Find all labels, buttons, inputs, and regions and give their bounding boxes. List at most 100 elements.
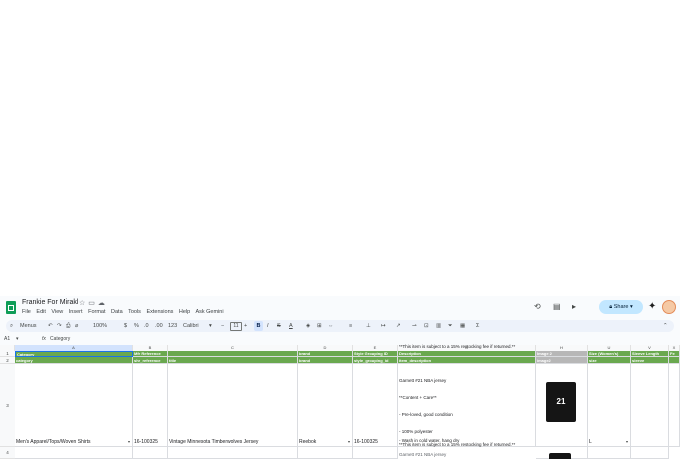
cell-f3[interactable]: 16-100325	[353, 364, 398, 447]
menu-help[interactable]: Help	[179, 309, 190, 315]
meet-icon[interactable]: ▸	[572, 302, 576, 311]
cell-f2[interactable]: style_grouping_id	[353, 357, 398, 364]
collapse-toolbar-icon[interactable]: ⌃	[663, 320, 668, 332]
description-line: **This item is subject to a 15% restocki…	[399, 344, 516, 349]
number-format[interactable]: 123	[168, 320, 177, 332]
undo-icon[interactable]: ↶	[48, 320, 53, 332]
menu-insert[interactable]: Insert	[69, 309, 83, 315]
fill-color-icon[interactable]: ◈	[306, 320, 310, 332]
cell-c4[interactable]	[168, 447, 298, 459]
text-color-button[interactable]: A	[289, 320, 293, 332]
filter-views-icon[interactable]: ▦	[460, 320, 465, 332]
cell-b3[interactable]: 16-100325	[133, 364, 168, 447]
document-title[interactable]: Frankie For Mirakl	[22, 299, 78, 306]
increase-decimal[interactable]: .00	[155, 320, 163, 332]
share-label: Share	[613, 304, 629, 310]
cell-a3[interactable]: Men's Apparel/Tops/Woven Shirts	[15, 364, 133, 447]
align-horizontal-icon[interactable]: ≡	[349, 320, 352, 332]
cell-b4[interactable]	[133, 447, 168, 459]
cell-x2[interactable]	[669, 357, 680, 364]
cell-x3[interactable]	[669, 364, 680, 447]
star-icon[interactable]: ☆	[79, 300, 88, 307]
menu-tools[interactable]: Tools	[128, 309, 141, 315]
row-header-4[interactable]: 4	[0, 447, 15, 459]
cell-a2[interactable]: category	[15, 357, 133, 364]
borders-icon[interactable]: ⊞	[317, 320, 322, 332]
title-bar: Frankie For Mirakl ☆▭☁ File Edit View In…	[0, 296, 680, 318]
jersey-image[interactable]	[549, 453, 571, 459]
row-header-2[interactable]: 2	[0, 357, 15, 364]
history-icon[interactable]: ⟲	[534, 302, 541, 311]
chart-icon[interactable]: ▥	[436, 320, 441, 332]
cell-d3[interactable]: Reebok	[298, 364, 353, 447]
category-dropdown-chevron-icon[interactable]: ▾	[128, 439, 130, 444]
size-dropdown-chevron-icon[interactable]: ▾	[626, 439, 628, 444]
formula-input[interactable]: Category	[50, 334, 70, 344]
font-dropdown-chevron-icon[interactable]: ▾	[209, 320, 212, 332]
font-size-input[interactable]: 11	[230, 322, 242, 331]
lock-icon: 🔒︎	[609, 304, 613, 310]
filter-icon[interactable]: ⏷	[448, 320, 452, 332]
menu-ask-gemini[interactable]: Ask Gemini	[195, 309, 223, 315]
zoom-select[interactable]: 100%	[93, 320, 107, 332]
text-rotate-icon[interactable]: ↗	[396, 320, 401, 332]
cell-u4[interactable]	[588, 447, 631, 459]
menu-extensions[interactable]: Extensions	[146, 309, 173, 315]
font-size-decrease[interactable]: −	[221, 320, 224, 332]
cell-c3[interactable]: Vintage Minnesota Timberwolves Jersey	[168, 364, 298, 447]
paint-format-icon[interactable]: ⌀	[75, 320, 78, 332]
print-icon[interactable]: ⎙	[66, 320, 70, 332]
percent-format[interactable]: %	[134, 320, 139, 332]
cell-v2[interactable]: sleeve	[631, 357, 669, 364]
sheets-logo-icon[interactable]	[6, 301, 16, 314]
menu-view[interactable]: View	[51, 309, 63, 315]
comment-icon[interactable]: ⊡	[424, 320, 429, 332]
text-wrap-icon[interactable]: ↦	[381, 320, 386, 332]
brand-dropdown-chevron-icon[interactable]: ▾	[348, 439, 350, 444]
menu-format[interactable]: Format	[88, 309, 105, 315]
jersey-image[interactable]: 21	[546, 382, 576, 422]
folder-icon[interactable]: ▭	[88, 300, 98, 307]
row-header-3[interactable]: 3	[0, 364, 15, 447]
cell-g2[interactable]: item_description	[398, 357, 536, 364]
font-size-increase[interactable]: +	[244, 320, 247, 332]
decrease-decimal[interactable]: .0	[144, 320, 149, 332]
align-vertical-icon[interactable]: ⊥	[366, 320, 371, 332]
menu-file[interactable]: File	[22, 309, 31, 315]
cloud-icon[interactable]: ☁	[98, 300, 108, 307]
menu-edit[interactable]: Edit	[36, 309, 45, 315]
description-line: Garnett #21 NBA jersey	[399, 378, 447, 383]
name-box-chevron-icon[interactable]: ▾	[16, 334, 19, 344]
search-icon[interactable]: ⌕	[10, 320, 13, 332]
currency-format[interactable]: $	[124, 320, 127, 332]
spreadsheet-grid[interactable]: A B C D E G H U V X 1 2 3 4 Category Mfr…	[0, 344, 680, 459]
strikethrough-button[interactable]: S	[277, 320, 281, 332]
menu-data[interactable]: Data	[111, 309, 123, 315]
comments-icon[interactable]: ▤	[553, 302, 561, 311]
cell-f4[interactable]	[353, 447, 398, 459]
menu-bar: File Edit View Insert Format Data Tools …	[22, 309, 228, 315]
italic-button[interactable]: I	[267, 320, 269, 332]
cell-u2[interactable]: size	[588, 357, 631, 364]
cell-d2[interactable]: brand	[298, 357, 353, 364]
cell-i2[interactable]: image2	[536, 357, 588, 364]
functions-icon[interactable]: Σ	[476, 320, 479, 332]
menus-search[interactable]: Menus	[20, 320, 37, 332]
cell-b2[interactable]: shr_reference	[133, 357, 168, 364]
avatar[interactable]	[662, 300, 676, 314]
cell-d4[interactable]	[298, 447, 353, 459]
cell-c2[interactable]: title	[168, 357, 298, 364]
gemini-icon[interactable]: ✦	[648, 301, 656, 312]
cell-u3[interactable]: L	[588, 364, 631, 447]
cell-v3[interactable]	[631, 364, 669, 447]
redo-icon[interactable]: ↷	[57, 320, 62, 332]
cell-v4[interactable]	[631, 447, 669, 459]
share-button[interactable]: 🔒︎ Share ▾	[599, 300, 643, 314]
name-box[interactable]: A1	[4, 334, 10, 344]
link-icon[interactable]: ⊸	[412, 320, 417, 332]
cell-g3[interactable]	[398, 364, 536, 447]
cell-a4[interactable]	[15, 447, 133, 459]
merge-cells-icon[interactable]: ⇔	[328, 320, 334, 332]
bold-button[interactable]: B	[254, 321, 263, 331]
font-select[interactable]: Calibri	[183, 320, 199, 332]
